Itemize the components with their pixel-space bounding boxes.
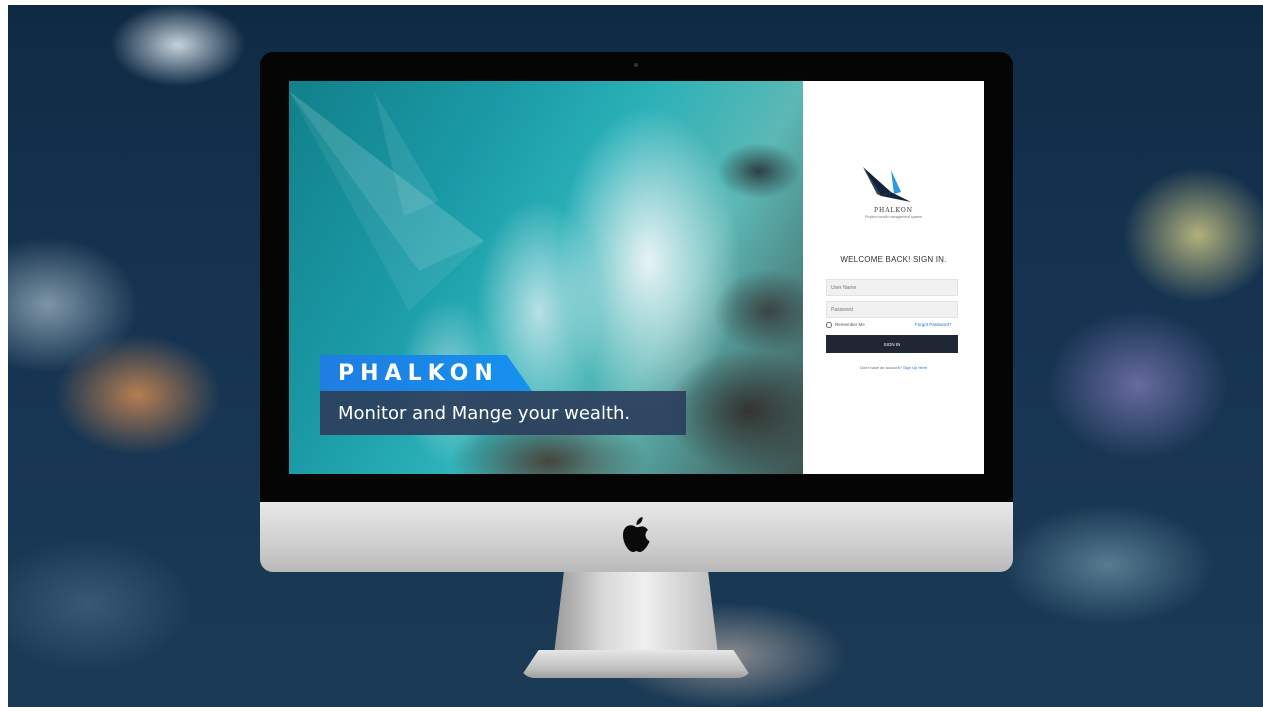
camera-dot [634, 63, 638, 67]
username-input[interactable] [826, 279, 958, 296]
password-input[interactable] [826, 301, 958, 318]
screenshot-stage: PHALKON Monitor and Mange your wealth. P… [0, 0, 1263, 711]
hero-image: PHALKON Monitor and Mange your wealth. [289, 81, 803, 474]
logo-name: PHALKON [873, 207, 914, 214]
phalkon-logo-icon [863, 167, 911, 202]
signup-prompt: Don't have an account? [859, 365, 902, 370]
forgot-password-link[interactable]: Forgot Password? [915, 322, 952, 327]
login-panel: PHALKON Phalkon wealth management system… [803, 81, 984, 474]
remember-me-checkbox[interactable] [826, 322, 832, 328]
imac-stand-neck [554, 572, 718, 654]
hero-tagline: Monitor and Mange your wealth. [338, 403, 631, 424]
sign-in-button[interactable]: SIGN IN [826, 335, 958, 353]
remember-me-label: Remember Me [835, 322, 865, 327]
signup-link[interactable]: Sign Up Here [903, 365, 927, 370]
imac-stand-base [520, 650, 752, 678]
logo-tagline: Phalkon wealth management system [864, 215, 923, 219]
imac-screen: PHALKON Monitor and Mange your wealth. P… [289, 81, 984, 474]
apple-logo-icon [623, 517, 650, 552]
signup-row: Don't have an account? Sign Up Here [803, 365, 984, 370]
hero-brand-title: PHALKON [338, 361, 499, 386]
welcome-heading: WELCOME BACK! SIGN IN. [840, 255, 947, 264]
